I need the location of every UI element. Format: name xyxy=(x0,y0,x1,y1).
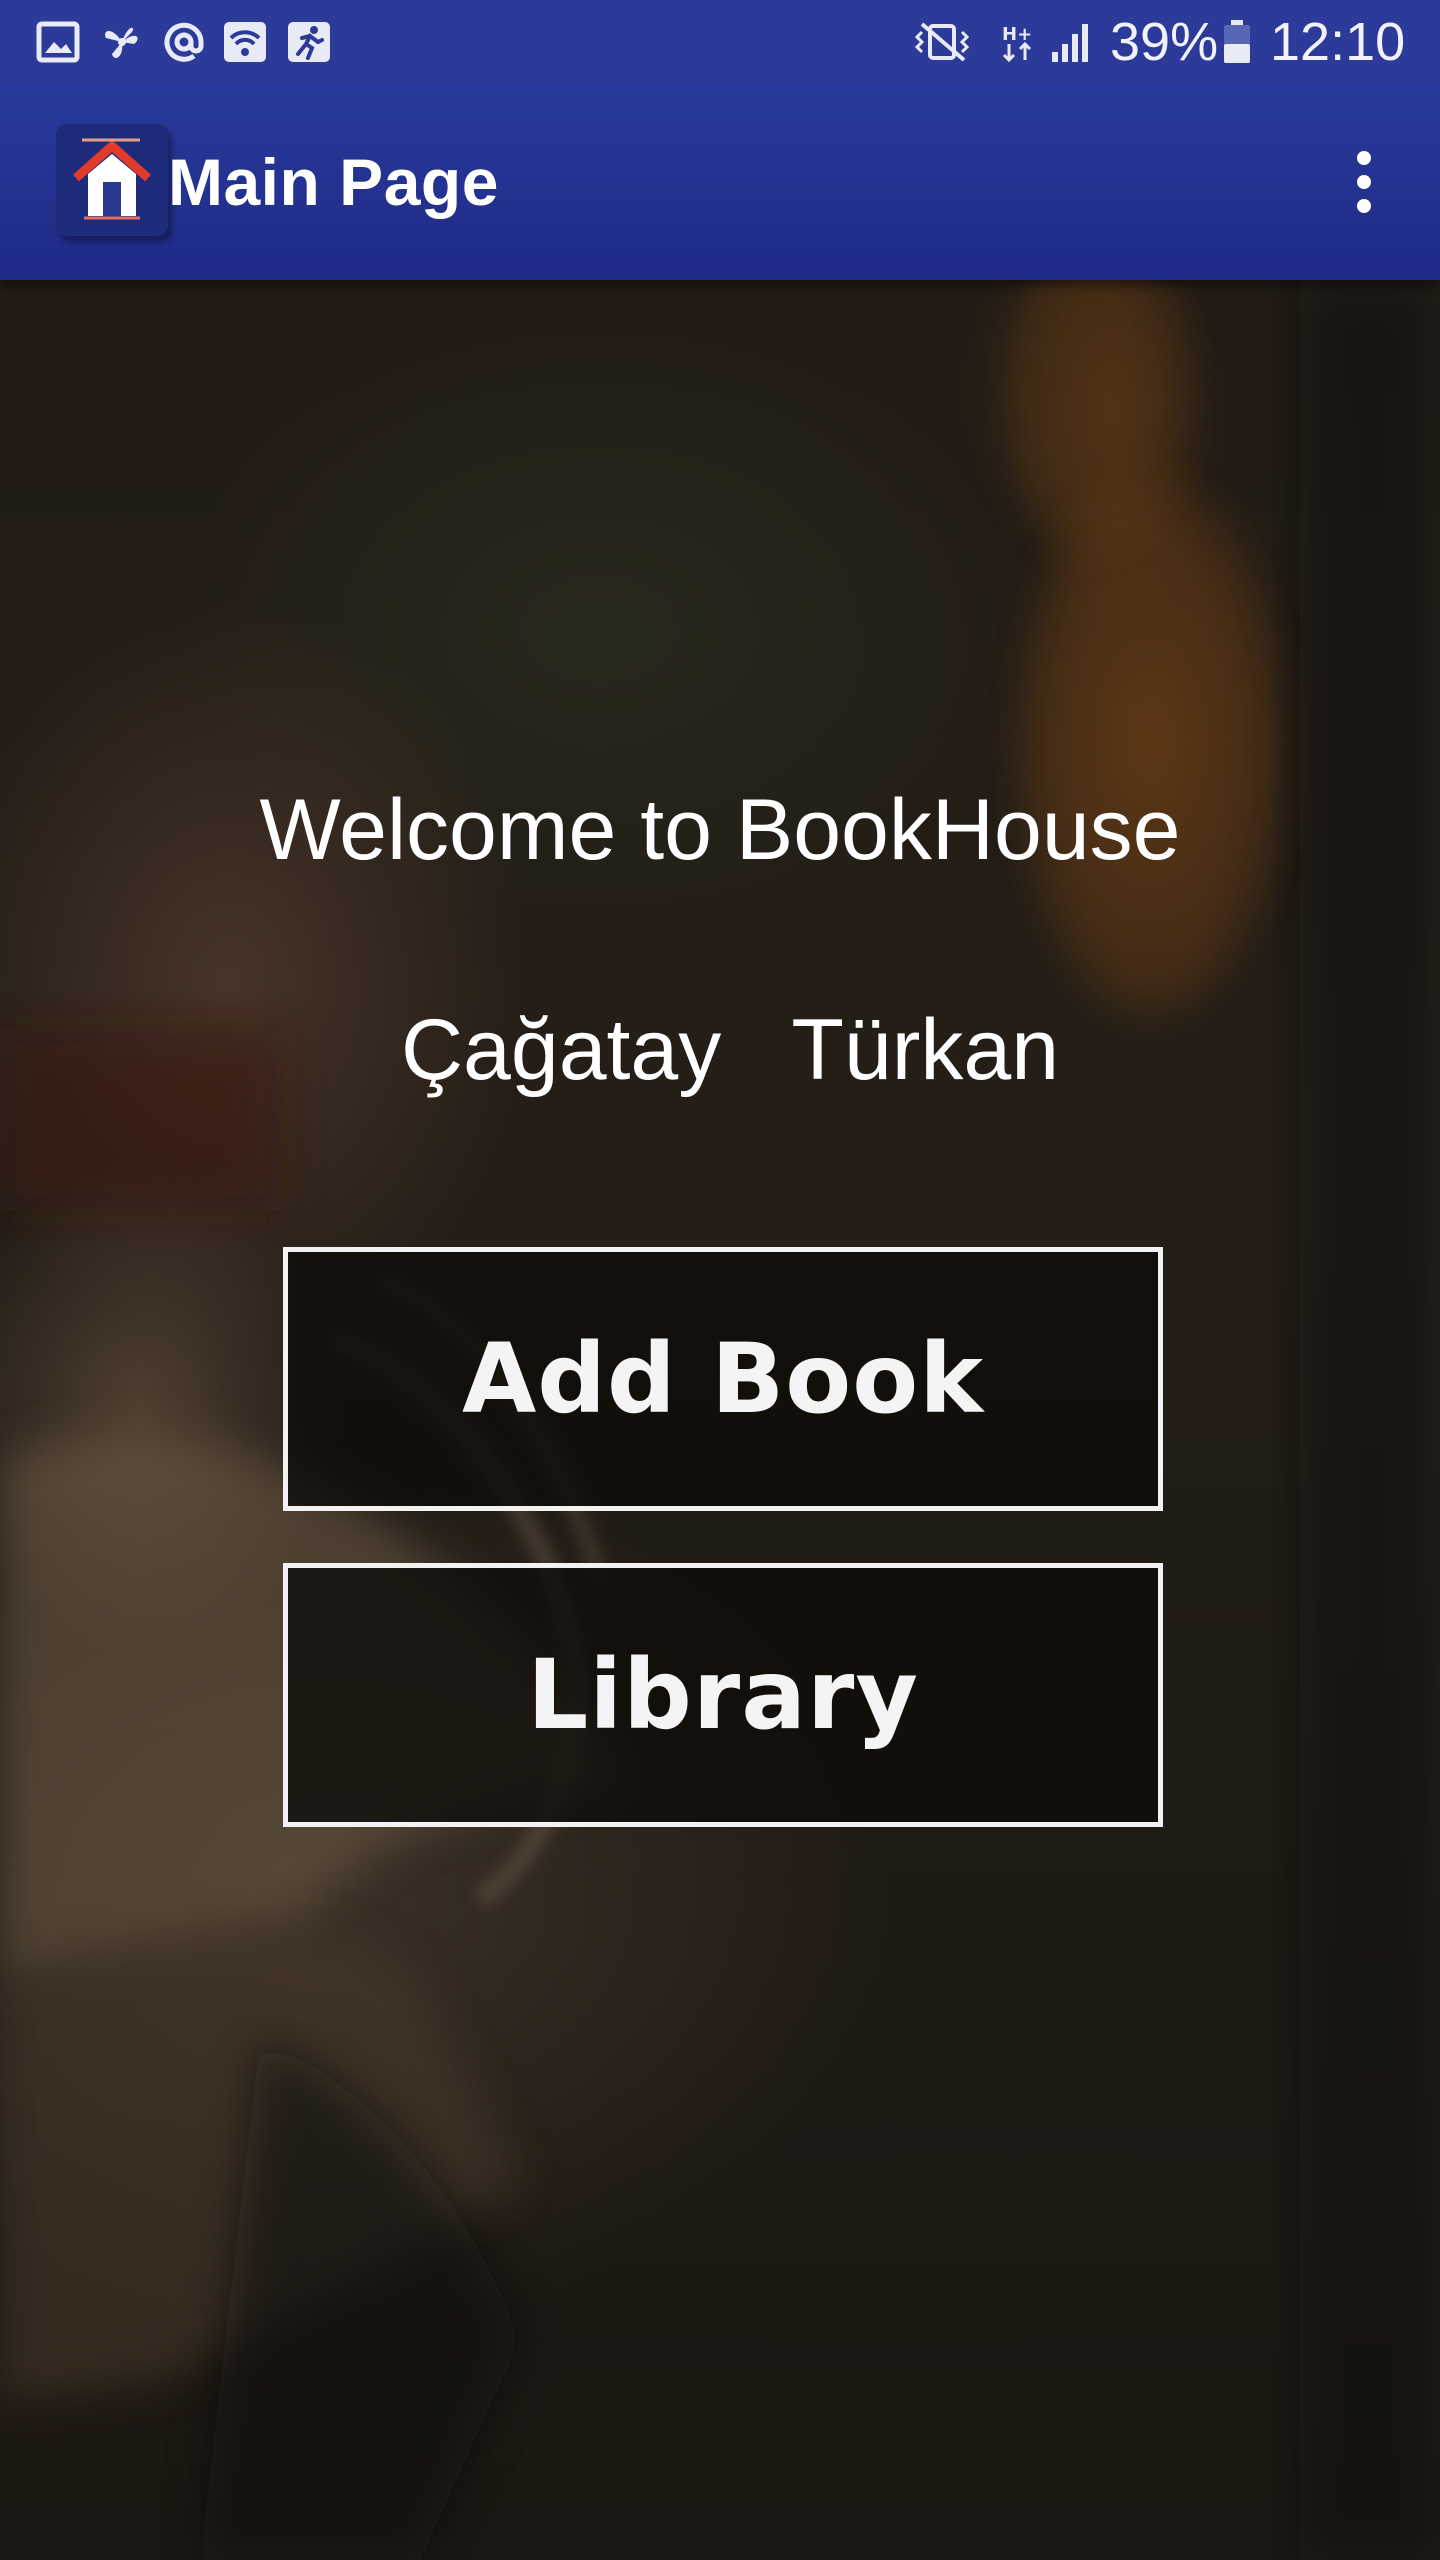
status-bar: H+ 39% 12:10 xyxy=(0,0,1440,84)
signal-icon xyxy=(1052,24,1088,62)
app-bar: Main Page xyxy=(0,84,1440,280)
author-name: Çağatay Türkan xyxy=(400,1002,1060,1098)
activity-runner-icon xyxy=(288,22,330,62)
overflow-menu-icon xyxy=(1357,151,1371,213)
mute-vibrate-icon xyxy=(914,22,970,62)
welcome-text: Welcome to BookHouse xyxy=(259,782,1181,878)
gallery-icon xyxy=(36,21,80,63)
battery-percentage: 39% xyxy=(1110,12,1219,72)
network-hplus-icon: H+ xyxy=(1002,24,1032,63)
app-logo xyxy=(56,124,168,236)
overflow-menu-button[interactable] xyxy=(1336,138,1392,234)
svg-text:H+: H+ xyxy=(1002,24,1032,45)
app-title: Main Page xyxy=(168,145,499,219)
clock: 12:10 xyxy=(1270,12,1406,72)
pinwheel-icon xyxy=(105,27,138,58)
house-logo-icon xyxy=(73,138,151,220)
at-icon xyxy=(164,22,204,62)
battery-icon xyxy=(1224,20,1250,63)
wifi-question-icon xyxy=(224,22,266,62)
add-book-button[interactable]: Add Book xyxy=(283,1247,1163,1511)
main-content: Welcome to BookHouse Çağatay Türkan Add … xyxy=(0,280,1440,2560)
library-button[interactable]: Library xyxy=(283,1563,1163,1827)
